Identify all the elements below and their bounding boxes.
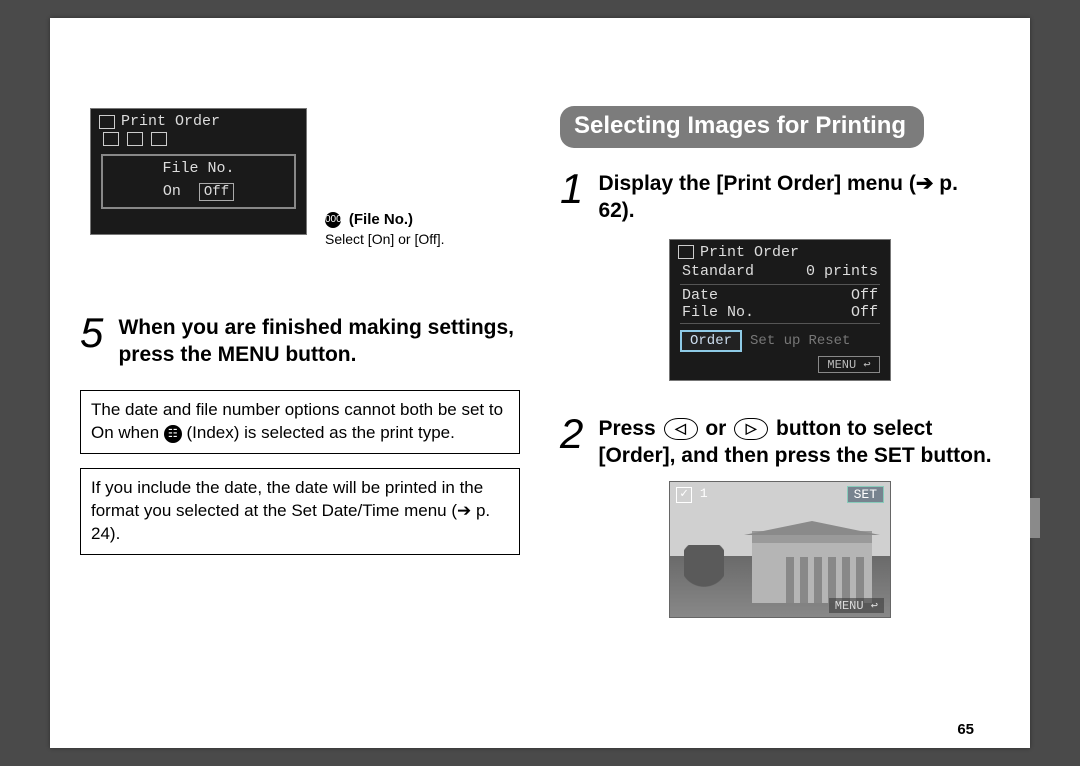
lcd2-r1a: Standard [682,263,754,280]
section-title: Selecting Images for Printing [560,106,924,148]
lcd2-reset: Reset [808,333,850,349]
lcd2-r1b: 0 prints [806,263,878,280]
side-tab [1030,498,1040,538]
print-icon [678,245,694,259]
lcd2-order: Order [680,330,742,352]
lcd2-title: Print Order [700,244,799,261]
page-number: 65 [957,721,974,738]
caption-text: Select [On] or [Off]. [325,231,445,247]
photo-columns [786,557,864,603]
photo-tree [684,545,724,605]
lcd2-menu-tag: MENU ↩ [818,356,880,373]
lcd-screenshot-print-order: Print Order Standard 0 prints Date Off F… [669,239,891,381]
file-no-icon: 000 [325,212,341,228]
step-2-text: Press ◁ or ▷ button to select [Order], a… [598,409,998,470]
index-icon [151,132,167,146]
right-arrow-button-icon: ▷ [734,418,768,440]
lcd1-on: On [163,183,181,201]
lcd2-r3b: Off [851,304,878,321]
right-column: Selecting Images for Printing 1 Display … [560,108,1000,618]
print-icon [99,115,115,129]
step-5-text: When you are finished making settings, p… [118,308,518,369]
step2-mid: or [700,417,733,440]
date-icon [127,132,143,146]
photo-count: 1 [700,486,708,501]
thumb-icon [103,132,119,146]
photo-set: SET [847,486,884,503]
note1-b: (Index) is selected as the print type. [187,423,455,442]
file-no-caption: 000 (File No.) Select [On] or [Off]. [325,210,520,248]
index-icon-inline: ☷ [164,425,182,443]
photo-check-icon: ✓ [676,487,692,503]
step-5-number: 5 [80,312,114,354]
step2-a: Press [598,417,661,440]
step1-a: Display the [Print Order] menu ( [598,172,915,195]
lcd-screenshot-image-select: ✓ 1 SET MENU ↩ [669,481,891,618]
manual-page: Print Order File No. On Off 000 (Fi [50,18,1030,748]
lcd2-r3a: File No. [682,304,754,321]
photo-menu-tag: MENU ↩ [829,598,884,613]
note-index: The date and file number options cannot … [80,390,520,454]
lcd2-setup: Set up [750,333,800,349]
lcd-screenshot-file-no: Print Order File No. On Off [90,108,307,235]
lcd1-off: Off [199,183,234,201]
step-2-number: 2 [560,413,594,455]
lcd2-r2a: Date [682,287,718,304]
arrow-icon: ➔ [916,172,934,195]
lcd1-row-label: File No. [109,160,288,177]
step-1-text: Display the [Print Order] menu (➔ p. 62)… [598,164,998,225]
caption-title: (File No.) [349,211,413,228]
lcd1-title: Print Order [121,113,220,130]
note2: If you include the date, the date will b… [91,478,490,543]
note-date: If you include the date, the date will b… [80,468,520,555]
left-column: Print Order File No. On Off 000 (Fi [80,108,520,618]
lcd2-r2b: Off [851,287,878,304]
left-arrow-button-icon: ◁ [664,418,698,440]
step-1-number: 1 [560,168,594,210]
